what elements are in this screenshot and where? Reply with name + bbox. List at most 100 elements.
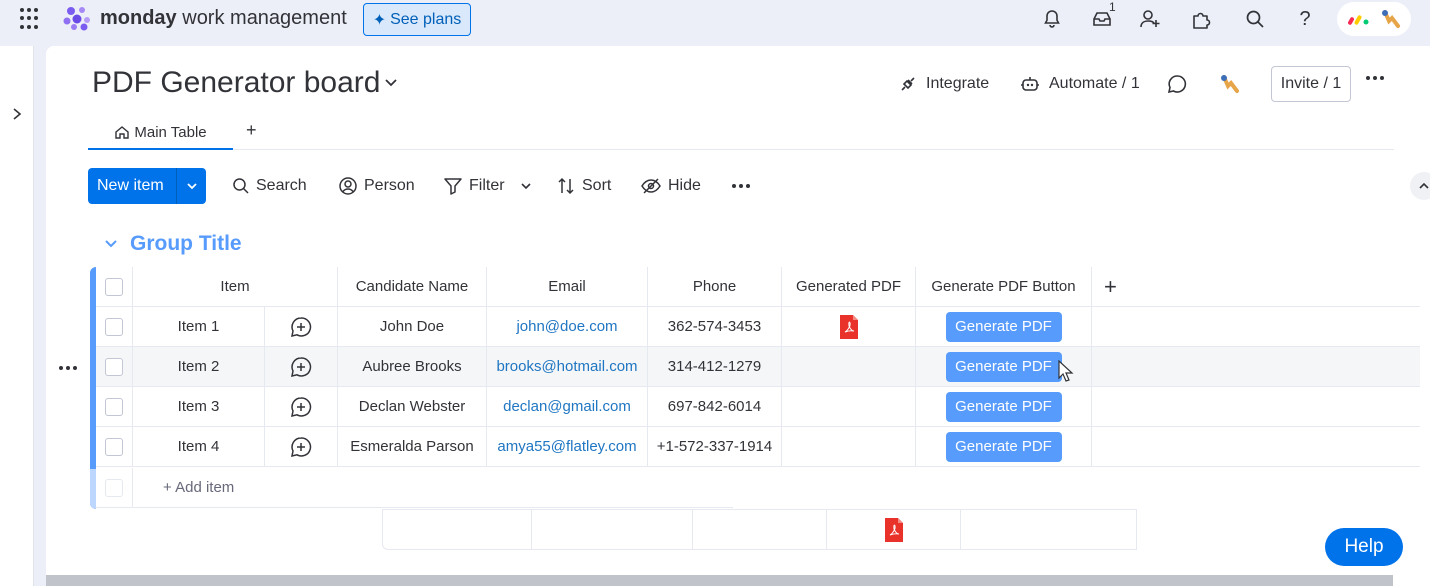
email-link[interactable]: brooks@hotmail.com: [487, 347, 648, 387]
avatar: [1381, 10, 1400, 28]
toolbar-more-icon[interactable]: [732, 184, 750, 188]
person-filter-button[interactable]: Person: [338, 168, 415, 204]
column-header-candidate[interactable]: Candidate Name: [338, 267, 487, 307]
table-row: Item 1 John Doe john@doe.com 362-574-345…: [96, 307, 1420, 347]
item-name[interactable]: Item 4: [133, 427, 265, 467]
generate-pdf-button[interactable]: Generate PDF: [945, 391, 1062, 422]
generated-pdf-cell[interactable]: [782, 427, 916, 467]
sort-icon: [558, 177, 574, 195]
group-header[interactable]: Group Title: [104, 232, 242, 256]
row-checkbox[interactable]: [105, 357, 123, 376]
pdf-file-icon[interactable]: [839, 314, 859, 340]
table-header: Item Candidate Name Email Phone Generate…: [96, 267, 1420, 307]
new-item-label: New item: [97, 177, 164, 194]
summary-cell: [532, 510, 693, 549]
table-row: Item 2 Aubree Brooks brooks@hotmail.com …: [96, 347, 1420, 387]
monday-logo[interactable]: monday work management: [62, 5, 347, 31]
sparkle-icon: ✦: [372, 11, 387, 29]
row-checkbox[interactable]: [105, 317, 123, 336]
board-avatar[interactable]: [1218, 68, 1240, 100]
chevron-down-icon[interactable]: [384, 76, 398, 90]
filter-button[interactable]: Filter: [443, 168, 505, 204]
horizontal-scrollbar[interactable]: [46, 575, 1393, 586]
column-header-phone[interactable]: Phone: [648, 267, 782, 307]
candidate-name[interactable]: Esmeralda Parson: [338, 427, 487, 467]
sort-button[interactable]: Sort: [556, 168, 611, 204]
add-user-icon[interactable]: [1139, 7, 1163, 31]
column-header-generate-button[interactable]: Generate PDF Button: [916, 267, 1092, 307]
add-update-icon[interactable]: [265, 427, 338, 467]
mouse-cursor-icon: [1058, 360, 1074, 382]
column-header-item[interactable]: Item: [133, 267, 338, 307]
summary-cell: [693, 510, 827, 549]
apps-grid-icon[interactable]: [20, 8, 42, 30]
phone-number[interactable]: 362-574-3453: [648, 307, 782, 347]
updates-button[interactable]: [1166, 68, 1188, 100]
tab-main-table-label: Main Table: [134, 123, 207, 141]
automate-label: Automate / 1: [1049, 75, 1140, 92]
item-name[interactable]: Item 3: [133, 387, 265, 427]
bell-icon[interactable]: [1040, 7, 1064, 31]
account-switcher[interactable]: [1337, 2, 1411, 36]
generated-pdf-cell[interactable]: [782, 347, 916, 387]
add-update-icon[interactable]: [265, 307, 338, 347]
item-name[interactable]: Item 2: [133, 347, 265, 387]
chevron-right-icon[interactable]: [8, 102, 26, 126]
help-button[interactable]: Help: [1325, 528, 1403, 566]
see-plans-button[interactable]: ✦ See plans: [363, 3, 471, 36]
email-link[interactable]: john@doe.com: [487, 307, 648, 347]
candidate-name[interactable]: Aubree Brooks: [338, 347, 487, 387]
automate-button[interactable]: Automate / 1: [1019, 68, 1140, 100]
home-icon: [115, 126, 130, 139]
new-item-button[interactable]: New item: [88, 168, 206, 204]
add-view-button[interactable]: +: [246, 120, 257, 141]
email-link[interactable]: amya55@flatley.com: [487, 427, 648, 467]
row-checkbox[interactable]: [105, 437, 123, 456]
generated-pdf-cell[interactable]: [782, 307, 916, 347]
puzzle-icon[interactable]: [1189, 7, 1213, 31]
generate-pdf-button[interactable]: Generate PDF: [945, 351, 1062, 382]
generate-pdf-button[interactable]: Generate PDF: [945, 431, 1062, 462]
add-column-button[interactable]: +: [1092, 267, 1420, 307]
search-icon[interactable]: [1243, 7, 1267, 31]
email-link[interactable]: declan@gmail.com: [487, 387, 648, 427]
column-header-generated-pdf[interactable]: Generated PDF: [782, 267, 916, 307]
hide-button[interactable]: Hide: [640, 168, 701, 204]
group-title[interactable]: Group Title: [130, 232, 242, 256]
add-item-input[interactable]: + Add item: [133, 468, 733, 508]
search-button[interactable]: Search: [232, 168, 307, 204]
integrate-button[interactable]: Integrate: [898, 68, 989, 100]
tab-main-table[interactable]: Main Table: [88, 116, 233, 150]
generate-pdf-button[interactable]: Generate PDF: [945, 311, 1062, 342]
row-select-cell: [96, 347, 133, 387]
phone-number[interactable]: 697-842-6014: [648, 387, 782, 427]
monday-apps-icon: [1347, 15, 1368, 25]
chevron-down-icon[interactable]: [104, 237, 118, 251]
row-checkbox[interactable]: [105, 397, 123, 416]
empty-cell: [1092, 427, 1420, 467]
summary-cell: [961, 510, 1137, 549]
board-more-menu-icon[interactable]: [1366, 76, 1384, 80]
generated-pdf-cell[interactable]: [782, 387, 916, 427]
candidate-name[interactable]: Declan Webster: [338, 387, 487, 427]
candidate-name[interactable]: John Doe: [338, 307, 487, 347]
add-item-row: + Add item: [96, 468, 733, 508]
top-bar: monday work management ✦ See plans 1 ?: [0, 0, 1430, 40]
collapse-header-button[interactable]: [1410, 172, 1430, 200]
phone-number[interactable]: 314-412-1279: [648, 347, 782, 387]
filter-dropdown[interactable]: [520, 168, 532, 204]
phone-number[interactable]: +1-572-337-1914: [648, 427, 782, 467]
see-plans-label: See plans: [390, 10, 462, 28]
board-title[interactable]: PDF Generator board: [92, 66, 380, 100]
pdf-file-icon[interactable]: [884, 517, 904, 543]
column-header-email[interactable]: Email: [487, 267, 648, 307]
row-actions-icon[interactable]: [59, 366, 77, 370]
invite-button[interactable]: Invite / 1: [1271, 66, 1351, 102]
select-all-checkbox[interactable]: [105, 277, 123, 296]
add-update-icon[interactable]: [265, 387, 338, 427]
left-rail: [0, 46, 34, 586]
help-icon[interactable]: ?: [1293, 7, 1317, 31]
chevron-down-icon[interactable]: [177, 180, 206, 192]
add-update-icon[interactable]: [265, 347, 338, 387]
item-name[interactable]: Item 1: [133, 307, 265, 347]
